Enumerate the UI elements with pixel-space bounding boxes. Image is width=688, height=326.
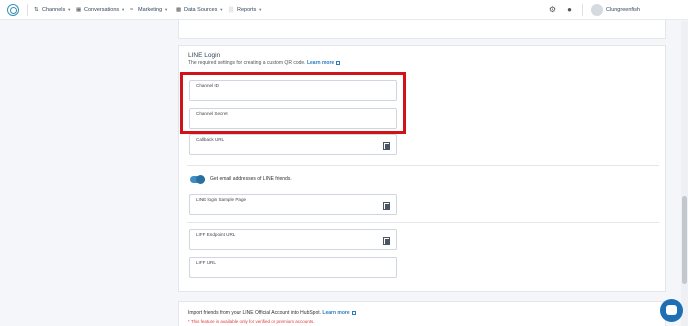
email-toggle-label: Get email addresses of LINE friends. [210, 176, 292, 182]
import-description: Import friends from your LINE Official A… [188, 310, 356, 316]
share-icon: ⇅ [34, 7, 39, 13]
nav-item-conversations[interactable]: ▦ Conversations ▼ [76, 5, 125, 15]
chevron-down-icon: ▼ [258, 7, 263, 12]
divider [187, 165, 659, 166]
sample-page-field[interactable]: LINE login Sample Page [189, 194, 397, 215]
field-label: Callback URL [196, 137, 225, 142]
copy-icon[interactable] [383, 142, 390, 150]
external-link-icon [336, 60, 341, 65]
megaphone-icon: ≈ [130, 7, 134, 13]
nav-item-data-sources[interactable]: ▩ Data Sources ▼ [176, 5, 223, 15]
field-label: LINE login Sample Page [196, 197, 247, 202]
chevron-down-icon: ▼ [121, 7, 126, 12]
previous-settings-card [178, 20, 666, 39]
top-navigation-bar: ⇅ Channels ▼ ▦ Conversations ▼ ≈ Marketing ▼ ▩… [0, 0, 688, 20]
import-friends-card: Import friends from your LINE Official A… [178, 301, 666, 326]
nav-item-channels[interactable]: ⇅ Channels ▼ [34, 5, 71, 15]
bar-chart-icon: ░ [229, 7, 233, 13]
liff-url-field[interactable]: LIFF URL [189, 257, 397, 278]
premium-note: * This feature is available only for ver… [188, 319, 315, 324]
gear-icon[interactable]: ⚙ [548, 5, 557, 15]
section-title: LINE Login [188, 52, 221, 59]
grid-icon: ▩ [176, 7, 182, 13]
nav-item-reports[interactable]: ░ Reports ▼ [229, 5, 262, 15]
scrollbar-thumb[interactable] [682, 196, 687, 284]
field-label: LIFF URL [196, 260, 216, 265]
chevron-down-icon: ▼ [164, 7, 169, 12]
chat-widget-button[interactable] [660, 299, 683, 322]
copy-icon[interactable] [383, 237, 390, 245]
learn-more-link[interactable]: Learn more [307, 60, 334, 66]
section-description: The required settings for creating a cus… [188, 60, 341, 66]
external-link-icon [351, 310, 356, 315]
liff-endpoint-url-field[interactable]: LIFF Endpoint URL [189, 229, 397, 250]
bell-icon[interactable]: ● [565, 5, 574, 15]
app-logo-icon[interactable] [7, 4, 19, 16]
chat-icon: ▦ [76, 7, 82, 13]
callback-url-field[interactable]: Callback URL [189, 134, 397, 155]
chevron-down-icon: ▼ [67, 7, 72, 12]
nav-divider [582, 4, 583, 16]
avatar[interactable] [591, 4, 603, 16]
user-name[interactable]: Clungreenfish [606, 5, 640, 15]
copy-icon[interactable] [383, 202, 390, 210]
email-toggle[interactable] [190, 175, 205, 184]
divider [187, 222, 659, 223]
field-label: LIFF Endpoint URL [196, 232, 236, 237]
nav-divider [27, 4, 28, 16]
chevron-down-icon: ▼ [219, 7, 224, 12]
learn-more-link[interactable]: Learn more [322, 310, 349, 316]
highlight-box [180, 72, 406, 134]
nav-item-marketing[interactable]: ≈ Marketing ▼ [130, 5, 168, 15]
